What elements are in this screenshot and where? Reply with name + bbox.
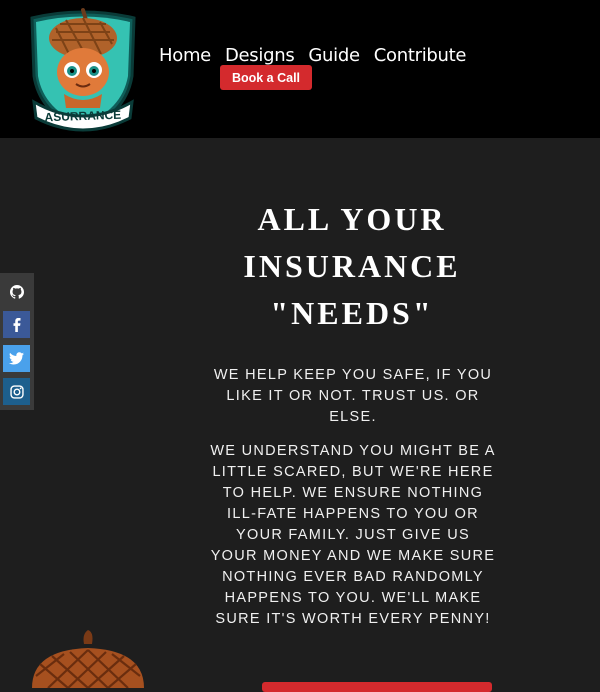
hero-paragraph-2: WE UNDERSTAND YOU MIGHT BE A LITTLE SCAR… [210,443,496,627]
facebook-link[interactable] [3,311,30,338]
instagram-link[interactable] [3,378,30,405]
main-nav: Home Designs Guide Contribute [159,45,480,66]
social-sidebar [0,273,34,410]
twitter-link[interactable] [3,345,30,372]
hero-title: ALL YOUR INSURANCE "NEEDS" [243,201,461,331]
acorn-mascot-logo[interactable]: ASURRANCE [26,6,140,134]
site-header: ASURRANCE Home Designs Guide Contribute … [0,0,600,138]
nav-designs[interactable]: Designs [225,45,295,66]
github-icon [9,284,24,299]
cta-button-partial[interactable] [262,682,492,692]
twitter-icon [9,352,24,365]
nav-guide[interactable]: Guide [308,45,360,66]
nav-home[interactable]: Home [159,45,211,66]
acorn-illustration [32,630,144,688]
book-a-call-button[interactable]: Book a Call [220,65,312,90]
logo-text: ASURRANCE [44,108,121,125]
hero-paragraph-1: WE HELP KEEP YOU SAFE, IF YOU LIKE IT OR… [213,367,493,425]
facebook-icon [13,317,20,332]
nav-contribute[interactable]: Contribute [374,45,467,66]
github-link[interactable] [3,278,30,305]
instagram-icon [9,384,24,399]
